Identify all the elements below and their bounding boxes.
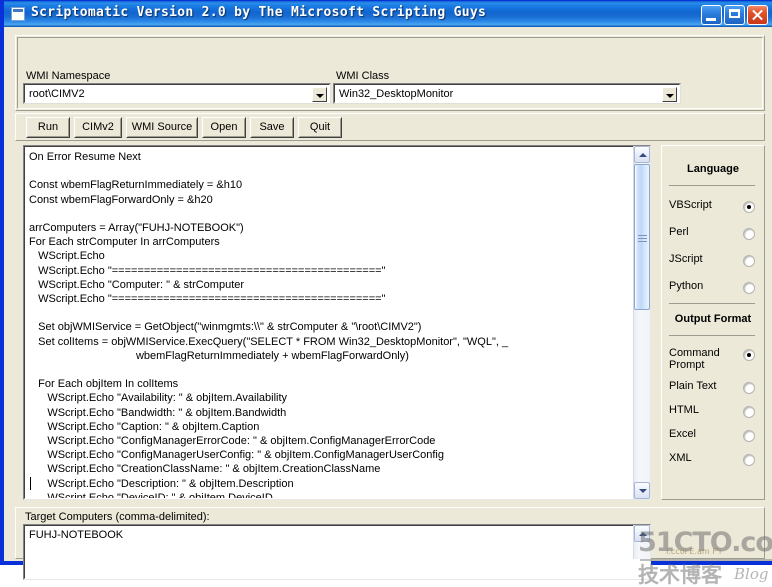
target-computers-input[interactable]: FUHJ-NOTEBOOK (23, 524, 651, 580)
radio-language-perl[interactable]: Perl (661, 226, 765, 248)
radio-label: Python (669, 280, 704, 292)
wmi-class-label: WMI Class (336, 70, 390, 82)
radio-label: HTML (669, 404, 699, 416)
panel-divider (669, 185, 755, 186)
triangle-down-icon (639, 489, 647, 493)
wmi-class-combobox-inner: Win32_DesktopMonitor (334, 84, 680, 103)
radio-selected-icon[interactable] (743, 349, 755, 361)
wmi-class-value: Win32_DesktopMonitor (339, 88, 454, 100)
radio-label: JScript (669, 253, 703, 265)
target-computers-label: Target Computers (comma-delimited): (25, 511, 210, 523)
radio-unselected-icon[interactable] (743, 430, 755, 442)
target-computers-value: FUHJ-NOTEBOOK (29, 529, 124, 541)
triangle-up-icon (639, 153, 647, 157)
radio-language-python[interactable]: Python (661, 280, 765, 302)
radio-unselected-icon[interactable] (743, 282, 755, 294)
radio-label: Command Prompt (669, 347, 720, 371)
scrollbar-track[interactable] (634, 542, 650, 559)
radio-output-html[interactable]: HTML (661, 404, 765, 426)
radio-label: VBScript (669, 199, 712, 211)
toolbar-button-save[interactable]: Save (250, 117, 294, 138)
watermark-blog-text: Blog (734, 565, 769, 583)
toolbar-button-label: CIMv2 (82, 121, 114, 133)
wmi-namespace-value: root\CIMV2 (29, 88, 85, 100)
title-bar[interactable]: Scriptomatic Version 2.0 by The Microsof… (4, 0, 772, 27)
radio-unselected-icon[interactable] (743, 255, 755, 267)
window-title: Scriptomatic Version 2.0 by The Microsof… (31, 5, 487, 20)
wmi-namespace-combobox[interactable]: root\CIMV2 (23, 83, 331, 104)
script-text: On Error Resume Next Const wbemFlagRetur… (29, 151, 509, 499)
radio-unselected-icon[interactable] (743, 382, 755, 394)
toolbar-button-label: WMI Source (131, 121, 193, 133)
scroll-up-arrow[interactable] (634, 525, 650, 542)
radio-label: XML (669, 452, 692, 464)
script-editor-surface[interactable]: On Error Resume Next Const wbemFlagRetur… (24, 146, 650, 499)
panel-divider (669, 303, 755, 304)
radio-label: Plain Text (669, 380, 717, 392)
language-section-title: Language (687, 163, 739, 175)
toolbar-button-quit[interactable]: Quit (298, 117, 342, 138)
radio-output-command-prompt[interactable]: Command Prompt (661, 347, 765, 371)
close-button[interactable] (747, 5, 768, 25)
radio-unselected-icon[interactable] (743, 454, 755, 466)
radio-language-jscript[interactable]: JScript (661, 253, 765, 275)
toolbar-button-run[interactable]: Run (26, 117, 70, 138)
radio-label: Perl (669, 226, 689, 238)
toolbar-button-label: Quit (309, 121, 331, 133)
text-caret (30, 477, 31, 490)
toolbar-button-cimv2[interactable]: CIMv2 (74, 117, 122, 138)
toolbar-button-label: Save (259, 121, 285, 133)
radio-output-xml[interactable]: XML (661, 452, 765, 474)
radio-selected-icon[interactable] (743, 201, 755, 213)
minimize-button[interactable] (701, 5, 722, 25)
watermark-rule (640, 559, 772, 561)
radio-output-plain-text[interactable]: Plain Text (661, 380, 765, 402)
app-icon (11, 7, 25, 21)
radio-unselected-icon[interactable] (743, 228, 755, 240)
radio-language-vbscript[interactable]: VBScript (661, 199, 765, 221)
toolbar-button-label: Run (37, 121, 59, 133)
toolbar-button-label: Open (210, 121, 238, 133)
panel-divider (669, 335, 755, 336)
target-computers-surface[interactable]: FUHJ-NOTEBOOK (24, 525, 650, 579)
maximize-button[interactable] (724, 5, 745, 25)
toolbar-button-open[interactable]: Open (202, 117, 246, 138)
chevron-down-icon[interactable] (312, 87, 327, 102)
scrollbar-thumb[interactable] (634, 164, 650, 310)
wmi-namespace-combobox-inner: root\CIMV2 (24, 84, 330, 103)
scroll-down-arrow[interactable] (634, 482, 650, 499)
wmi-class-combobox[interactable]: Win32_DesktopMonitor (333, 83, 681, 104)
output-format-section-title: Output Format (674, 313, 752, 325)
triangle-up-icon (639, 532, 647, 536)
wmi-namespace-label: WMI Namespace (26, 70, 111, 82)
scrollbar-grip (638, 235, 647, 242)
script-editor-scrollbar[interactable] (633, 146, 650, 499)
radio-label: Excel (669, 428, 696, 440)
application-window: Scriptomatic Version 2.0 by The Microsof… (0, 0, 772, 587)
client-area: WMI Namespace root\CIMV2 WMI Class Win32… (8, 27, 772, 587)
radio-unselected-icon[interactable] (743, 406, 755, 418)
chevron-down-icon[interactable] (662, 87, 677, 102)
target-computers-scrollbar[interactable] (633, 525, 650, 559)
radio-output-excel[interactable]: Excel (661, 428, 765, 450)
scroll-up-arrow[interactable] (634, 146, 650, 163)
toolbar-button-wmi-source[interactable]: WMI Source (126, 117, 198, 138)
script-editor[interactable]: On Error Resume Next Const wbemFlagRetur… (23, 145, 651, 500)
